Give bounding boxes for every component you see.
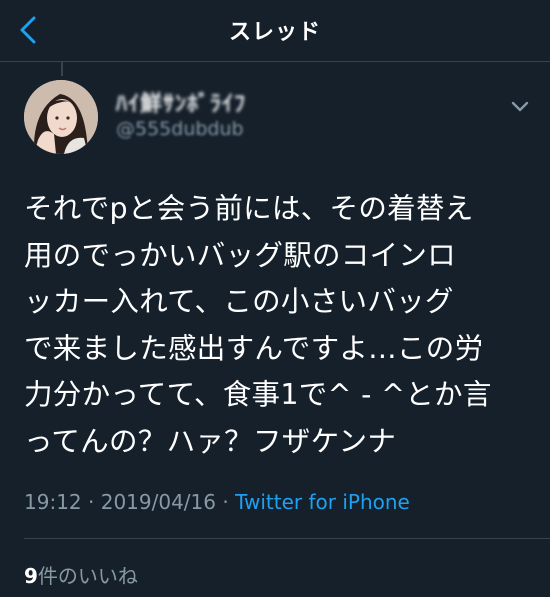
- avatar[interactable]: [24, 80, 98, 154]
- thread-connector-line: [61, 62, 63, 76]
- top-navigation-bar: スレッド: [0, 0, 550, 62]
- meta-separator: ·: [216, 490, 236, 514]
- thread-screen: スレッド ﾊｲ鮮ｻﾝﾎﾞﾗｲﾌ @555dubdub それでpと会う前には、その…: [0, 0, 550, 597]
- tweet-source-link[interactable]: Twitter for iPhone: [235, 490, 410, 514]
- likes-label: 件のいいね: [37, 564, 138, 588]
- divider: [24, 538, 550, 539]
- avatar-illustration: [24, 80, 98, 154]
- page-title: スレッド: [228, 20, 321, 45]
- chevron-down-icon: [511, 101, 529, 112]
- author-display-name[interactable]: ﾊｲ鮮ｻﾝﾎﾞﾗｲﾌ: [116, 86, 246, 118]
- tweet-options-button[interactable]: [506, 92, 534, 120]
- likes-count: 9: [24, 564, 38, 588]
- tweet-metadata: 19:12 · 2019/04/16 · Twitter for iPhone: [24, 490, 410, 514]
- likes-summary[interactable]: 9件のいいね: [24, 560, 138, 589]
- tweet-date: 2019/04/16: [100, 490, 216, 514]
- author-handle[interactable]: @555dubdub: [116, 118, 244, 140]
- meta-separator: ·: [81, 490, 101, 514]
- tweet-body-text: それでpと会う前には、その着替え 用のでっかいバッグ駅のコインロ ッカー入れて、…: [24, 192, 492, 458]
- tweet-time: 19:12: [24, 490, 82, 514]
